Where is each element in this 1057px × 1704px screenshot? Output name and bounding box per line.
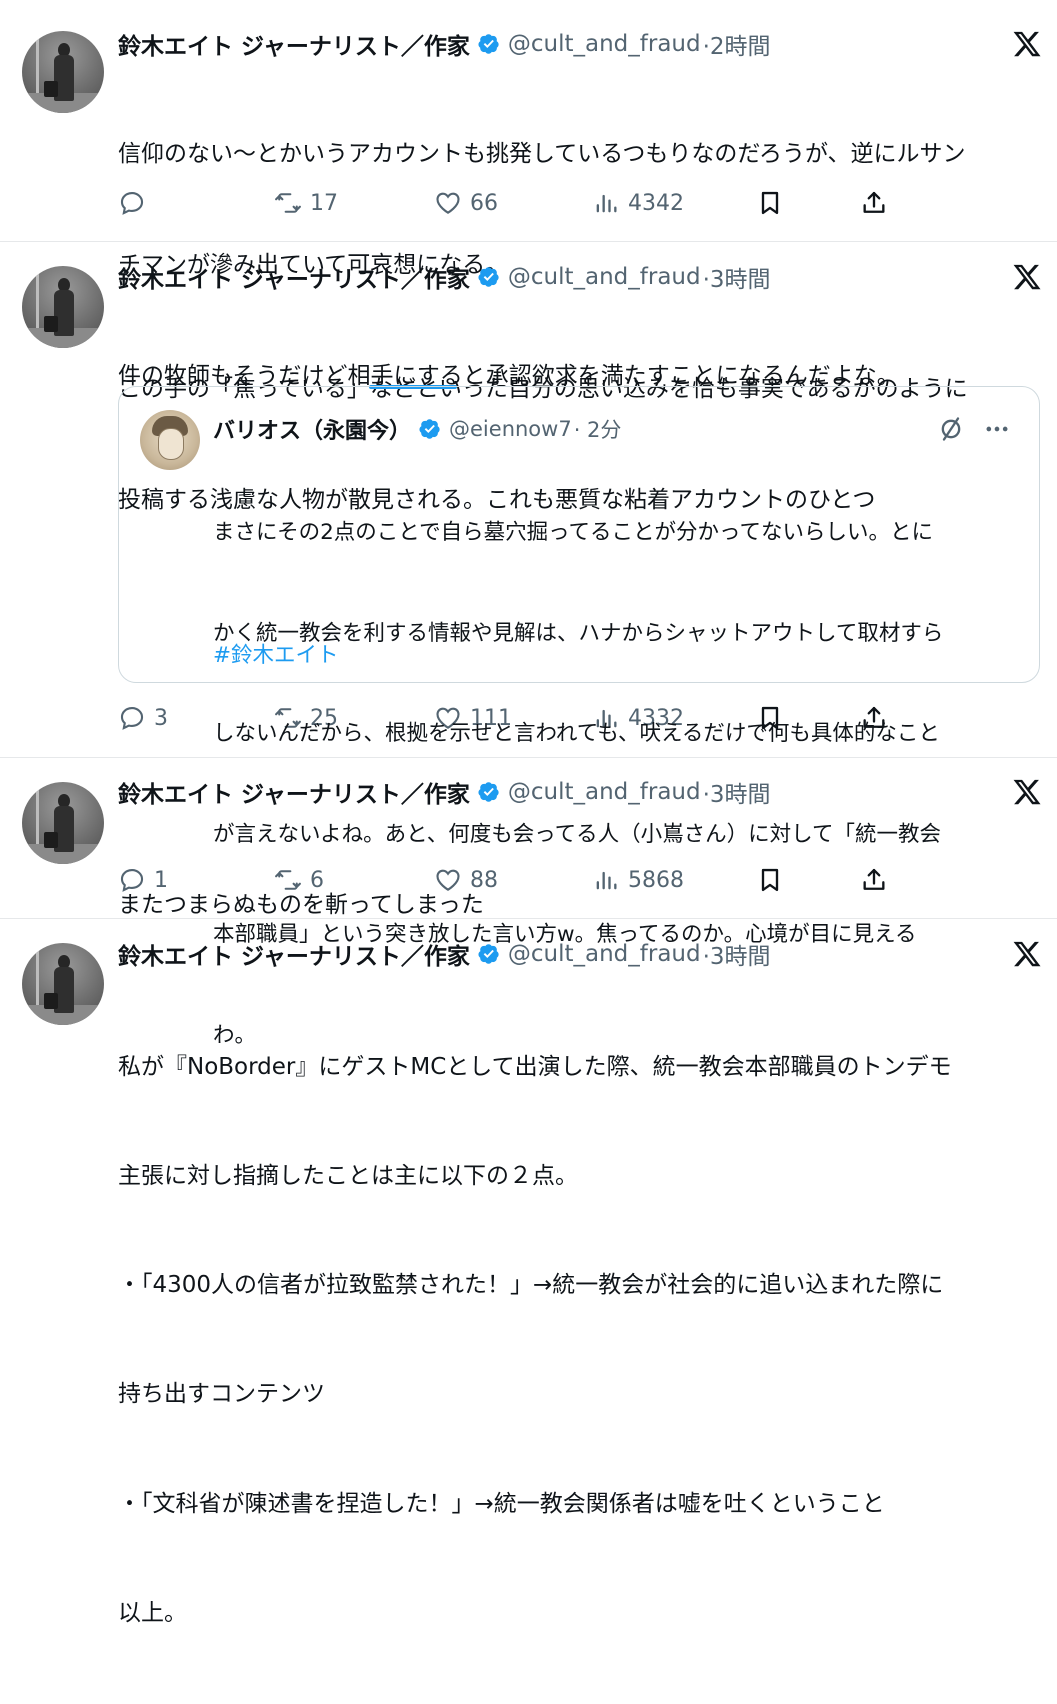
author-name[interactable]: 鈴木エイト ジャーナリスト／作家 bbox=[118, 775, 470, 809]
share-icon bbox=[860, 866, 888, 894]
post-time[interactable]: ·3時間 bbox=[703, 937, 771, 971]
quoted-tweet[interactable]: バリオス（永園今） @eiennow7 · 2分 まさにその2点のことで自ら墓穴… bbox=[118, 386, 1040, 1048]
quoted-post-time[interactable]: · 2分 bbox=[574, 414, 622, 444]
x-logo-icon bbox=[1012, 29, 1042, 59]
verified-badge-icon bbox=[419, 418, 441, 440]
text-line: 主張に対し指摘したことは主に以下の２点。 bbox=[118, 1163, 578, 1190]
author-name[interactable]: 鈴木エイト ジャーナリスト／作家 bbox=[118, 260, 470, 294]
avatar[interactable] bbox=[22, 943, 104, 1025]
text-line: ・「4300人の信者が拉致監禁された！」→統一教会が社会的に追い込まれた際に bbox=[118, 1272, 944, 1299]
like-count: 66 bbox=[470, 190, 498, 216]
reply-button[interactable]: 1 bbox=[118, 862, 168, 898]
text-line: 以上。 bbox=[118, 1599, 187, 1626]
bookmark-icon bbox=[756, 866, 784, 894]
avatar[interactable] bbox=[22, 266, 104, 348]
tweet-header: 鈴木エイト ジャーナリスト／作家 @cult_and_fraud ·3時間 bbox=[118, 260, 771, 294]
reply-count: 1 bbox=[154, 867, 168, 893]
retweet-button[interactable]: 17 bbox=[274, 185, 338, 221]
hashtag-link[interactable]: #鈴木エイト bbox=[213, 639, 339, 672]
tweet-header: 鈴木エイト ジャーナリスト／作家 @cult_and_fraud ·3時間 bbox=[118, 937, 771, 971]
verified-badge-icon bbox=[478, 781, 500, 803]
reply-button[interactable]: 3 bbox=[118, 700, 168, 736]
views-icon bbox=[592, 866, 620, 894]
views-button[interactable]: 5868 bbox=[592, 862, 684, 898]
more-icon[interactable] bbox=[983, 415, 1011, 443]
retweet-count: 17 bbox=[310, 190, 338, 216]
quoted-author-handle[interactable]: @eiennow7 bbox=[449, 417, 572, 441]
quoted-author-name[interactable]: バリオス（永園今） bbox=[213, 413, 411, 445]
like-count: 88 bbox=[470, 867, 498, 893]
author-name[interactable]: 鈴木エイト ジャーナリスト／作家 bbox=[118, 937, 470, 971]
author-handle[interactable]: @cult_and_fraud bbox=[508, 941, 701, 967]
text-line: まさにその2点のことで自ら墓穴掘ってることが分かってないらしい。とに bbox=[213, 520, 933, 545]
reply-icon bbox=[118, 704, 146, 732]
reply-button[interactable] bbox=[118, 185, 146, 221]
text-line: 私が『NoBorder』にゲストMCとして出演した際、統一教会本部職員のトンデモ bbox=[118, 1053, 952, 1080]
retweet-icon bbox=[274, 189, 302, 217]
post-time[interactable]: ·2時間 bbox=[703, 27, 771, 61]
retweet-button[interactable]: 6 bbox=[274, 862, 324, 898]
tweet-header: 鈴木エイト ジャーナリスト／作家 @cult_and_fraud ·2時間 bbox=[118, 27, 771, 61]
author-handle[interactable]: @cult_and_fraud bbox=[508, 264, 701, 290]
reply-icon bbox=[118, 866, 146, 894]
reply-icon bbox=[118, 189, 146, 217]
x-logo-icon bbox=[1012, 939, 1042, 969]
views-icon bbox=[592, 189, 620, 217]
quoted-tools bbox=[937, 413, 1011, 445]
avatar[interactable] bbox=[22, 31, 104, 113]
tweet-1[interactable]: 鈴木エイト ジャーナリスト／作家 @cult_and_fraud ·2時間 信仰… bbox=[0, 0, 1057, 389]
tweet-text: 私が『NoBorder』にゲストMCとして出演した際、統一教会本部職員のトンデモ… bbox=[118, 976, 952, 1704]
retweet-icon bbox=[274, 866, 302, 894]
post-time[interactable]: ·3時間 bbox=[703, 775, 771, 809]
text-line: 信仰のない〜とかいうアカウントも挑発しているつもりなのだろうが、逆にルサン bbox=[118, 141, 966, 167]
text-line: 持ち出すコンテンツ bbox=[118, 1381, 325, 1408]
tweet-4[interactable]: 鈴木エイト ジャーナリスト／作家 @cult_and_fraud ·3時間 私が… bbox=[0, 919, 1057, 1626]
tweet-3[interactable]: 鈴木エイト ジャーナリスト／作家 @cult_and_fraud ·3時間 また… bbox=[0, 758, 1057, 918]
share-button[interactable] bbox=[860, 185, 888, 221]
bookmark-button[interactable] bbox=[756, 185, 784, 221]
quoted-header: バリオス（永園今） @eiennow7 · 2分 bbox=[213, 412, 621, 446]
verified-badge-icon bbox=[478, 943, 500, 965]
quoted-avatar[interactable] bbox=[140, 410, 200, 470]
text-line: ・「文科省が陳述書を捏造した！」→統一教会関係者は嘘を吐くということ bbox=[118, 1490, 885, 1517]
view-count: 5868 bbox=[628, 867, 684, 893]
x-logo-icon bbox=[1012, 262, 1042, 292]
action-bar: 17 66 4342 bbox=[118, 185, 918, 221]
tweet-header: 鈴木エイト ジャーナリスト／作家 @cult_and_fraud ·3時間 bbox=[118, 775, 771, 809]
view-count: 4342 bbox=[628, 190, 684, 216]
post-time[interactable]: ·3時間 bbox=[703, 260, 771, 294]
author-name[interactable]: 鈴木エイト ジャーナリスト／作家 bbox=[118, 27, 470, 61]
author-handle[interactable]: @cult_and_fraud bbox=[508, 779, 701, 805]
avatar[interactable] bbox=[22, 782, 104, 864]
bookmark-button[interactable] bbox=[756, 862, 784, 898]
like-button[interactable]: 88 bbox=[434, 862, 498, 898]
reply-count: 3 bbox=[154, 705, 168, 731]
bookmark-icon bbox=[756, 189, 784, 217]
verified-badge-icon bbox=[478, 266, 500, 288]
like-icon bbox=[434, 866, 462, 894]
share-icon bbox=[860, 189, 888, 217]
text-line: しないんだから、根拠を示せと言われても、吠えるだけで何も具体的なこと bbox=[213, 721, 940, 746]
x-logo-icon bbox=[1012, 777, 1042, 807]
verified-badge-icon bbox=[478, 33, 500, 55]
like-button[interactable]: 66 bbox=[434, 185, 498, 221]
views-button[interactable]: 4342 bbox=[592, 185, 684, 221]
retweet-count: 6 bbox=[310, 867, 324, 893]
like-icon bbox=[434, 189, 462, 217]
translate-icon[interactable] bbox=[937, 415, 965, 443]
share-button[interactable] bbox=[860, 862, 888, 898]
action-bar: 1 6 88 5868 bbox=[118, 862, 918, 898]
author-handle[interactable]: @cult_and_fraud bbox=[508, 31, 701, 57]
